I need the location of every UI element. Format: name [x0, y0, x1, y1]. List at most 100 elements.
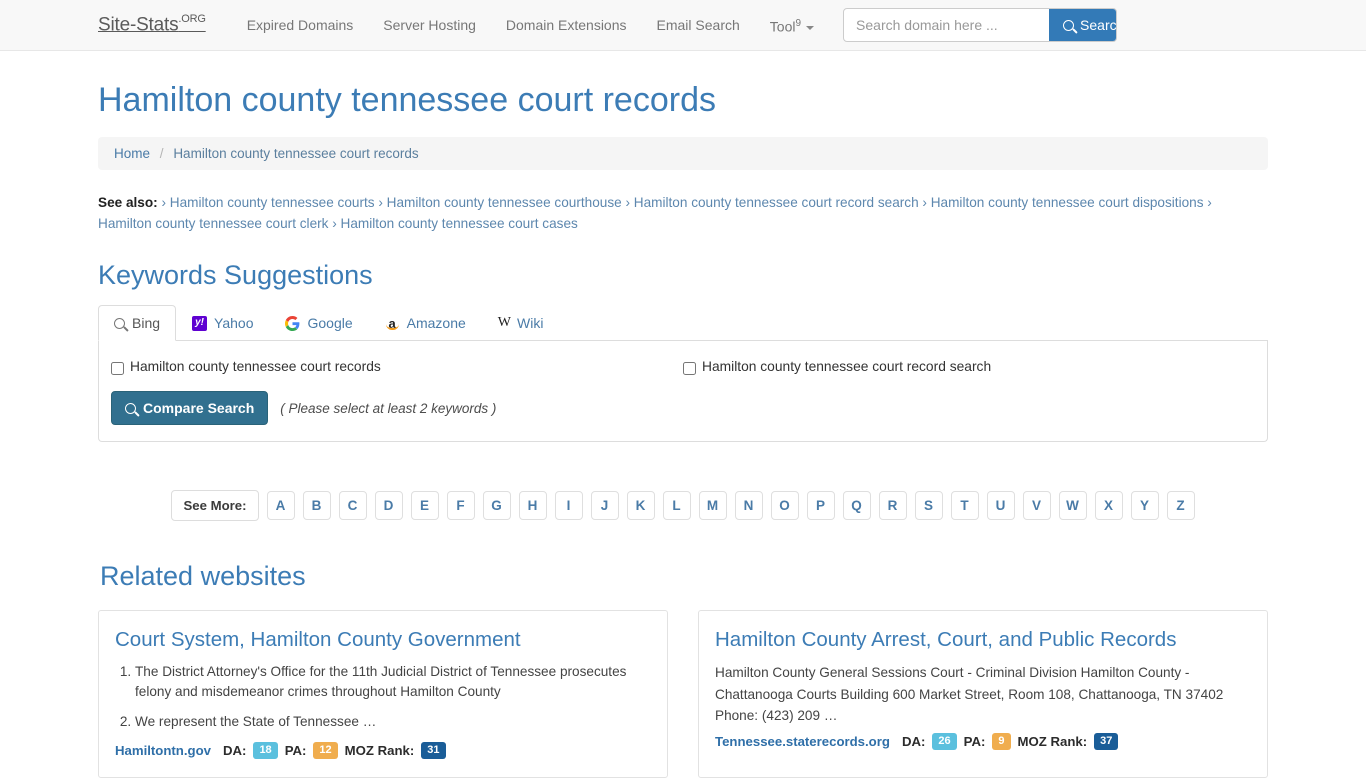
moz-label: MOZ Rank:: [1017, 733, 1088, 749]
breadcrumb-current: Hamilton county tennessee court records: [173, 146, 419, 162]
da-badge: 18: [253, 741, 278, 759]
alpha-link-j[interactable]: J: [590, 491, 619, 521]
keyword-checkbox-row[interactable]: Hamilton county tennessee court record s…: [683, 357, 1255, 377]
alpha-link-a[interactable]: A: [266, 491, 295, 521]
card-title-link[interactable]: Hamilton County Arrest, Court, and Publi…: [715, 627, 1251, 653]
tab-wiki[interactable]: W Wiki: [482, 305, 560, 341]
see-also-link-4[interactable]: Hamilton county tennessee court clerk: [98, 216, 328, 231]
alpha-link-w[interactable]: W: [1058, 491, 1087, 521]
tab-google[interactable]: Google: [269, 305, 368, 341]
tab-bing[interactable]: Bing: [98, 305, 177, 342]
amazon-icon: a: [385, 316, 400, 331]
alpha-link-x[interactable]: X: [1094, 491, 1123, 521]
alpha-link-z[interactable]: Z: [1166, 491, 1195, 521]
search-icon: [1063, 19, 1075, 31]
related-websites-title: Related websites: [100, 561, 306, 592]
related-website-card: Court System, Hamilton County Government…: [98, 610, 668, 778]
keyword-suggestions-panel: Hamilton county tennessee court records …: [98, 341, 1268, 443]
search-icon: [114, 317, 125, 329]
google-icon: [285, 315, 300, 331]
keywords-section-title: Keywords Suggestions: [98, 260, 373, 291]
alpha-link-t[interactable]: T: [950, 491, 979, 521]
nav-domain-extensions[interactable]: Domain Extensions: [491, 0, 642, 50]
domain-search-group: Search: [843, 8, 1118, 42]
yahoo-icon: y!: [192, 315, 208, 331]
search-input[interactable]: [844, 9, 1050, 41]
nav-expired-domains[interactable]: Expired Domains: [232, 0, 369, 50]
moz-badge: 37: [1094, 732, 1119, 750]
brand-name: Site-Stats: [98, 14, 179, 36]
alpha-link-n[interactable]: N: [734, 491, 763, 521]
alpha-link-q[interactable]: Q: [842, 491, 871, 521]
tab-amazone[interactable]: a Amazone: [369, 305, 482, 341]
moz-badge: 31: [421, 741, 446, 759]
keyword-source-tabs: Bing y! Yahoo Google a Amazone W Wiki: [98, 305, 1268, 342]
nav-tool-dropdown[interactable]: Tool9: [755, 0, 829, 51]
card-description: Hamilton County General Sessions Court -…: [715, 665, 1224, 723]
keyword-label-0: Hamilton county tennessee court records: [130, 359, 381, 375]
tab-yahoo[interactable]: y! Yahoo: [176, 305, 269, 341]
keyword-checkbox-0[interactable]: [111, 362, 124, 376]
see-also-link-0[interactable]: Hamilton county tennessee courts: [170, 195, 375, 210]
see-also-link-1[interactable]: Hamilton county tennessee courthouse: [387, 195, 622, 210]
brand-suffix: .ORG: [178, 12, 206, 25]
site-logo[interactable]: Site-Stats.ORG: [98, 12, 206, 36]
alpha-link-k[interactable]: K: [626, 491, 655, 521]
nav-tool-label: Tool: [769, 18, 796, 35]
search-icon: [125, 402, 136, 414]
compare-search-label: Compare Search: [143, 400, 255, 417]
card-domain-link[interactable]: Tennessee.staterecords.org: [715, 734, 890, 749]
card-title-link[interactable]: Court System, Hamilton County Government: [115, 627, 651, 653]
see-also-chevron-0: ›: [161, 195, 167, 211]
see-also-block: See also: › Hamilton county tennessee co…: [98, 192, 1268, 234]
nav-email-search[interactable]: Email Search: [642, 0, 755, 50]
alpha-link-p[interactable]: P: [806, 491, 835, 521]
alpha-link-g[interactable]: G: [482, 491, 511, 521]
related-websites-cards: Court System, Hamilton County Government…: [98, 610, 1268, 778]
pa-badge: 9: [992, 732, 1011, 750]
alpha-link-h[interactable]: H: [518, 491, 547, 521]
alpha-link-v[interactable]: V: [1022, 491, 1051, 521]
alpha-link-s[interactable]: S: [914, 491, 943, 521]
list-item: We represent the State of Tennessee …: [135, 712, 651, 732]
alpha-link-d[interactable]: D: [374, 491, 403, 521]
alpha-link-c[interactable]: C: [338, 491, 367, 521]
card-domain-link[interactable]: Hamiltontn.gov: [115, 743, 211, 758]
top-navbar: Site-Stats.ORG Expired Domains Server Ho…: [0, 0, 1366, 51]
alpha-link-r[interactable]: R: [878, 491, 907, 521]
nav-tool-count: 9: [795, 17, 802, 29]
tab-amazone-label: Amazone: [406, 315, 466, 332]
alpha-link-y[interactable]: Y: [1130, 491, 1159, 521]
breadcrumb-home[interactable]: Home: [114, 146, 150, 161]
page-title: Hamilton county tennessee court records: [98, 81, 716, 119]
alpha-link-i[interactable]: I: [554, 491, 583, 521]
see-also-chevron-3: ›: [922, 195, 927, 211]
wikipedia-icon: W: [497, 315, 511, 331]
keyword-checkbox-row[interactable]: Hamilton county tennessee court records: [111, 357, 683, 377]
nav-server-hosting[interactable]: Server Hosting: [368, 0, 491, 50]
alpha-link-u[interactable]: U: [986, 491, 1015, 521]
chevron-down-icon: [806, 25, 815, 30]
pa-label: PA:: [284, 742, 307, 758]
alpha-link-l[interactable]: L: [662, 491, 691, 521]
compare-search-button[interactable]: Compare Search: [111, 391, 269, 426]
keyword-actions: Compare Search ( Please select at least …: [111, 391, 1255, 426]
breadcrumb: Home / Hamilton county tennessee court r…: [98, 137, 1268, 171]
see-also-link-5[interactable]: Hamilton county tennessee court cases: [341, 216, 578, 231]
see-also-link-3[interactable]: Hamilton county tennessee court disposit…: [931, 195, 1204, 210]
alpha-link-m[interactable]: M: [698, 491, 727, 521]
da-badge: 26: [932, 732, 957, 750]
alpha-link-f[interactable]: F: [446, 491, 475, 521]
alpha-link-b[interactable]: B: [302, 491, 331, 521]
see-more-alphabet-row: See More: A B C D E F G H I J K L M N O …: [98, 490, 1268, 522]
see-also-chevron-2: ›: [625, 195, 630, 211]
breadcrumb-separator: /: [159, 146, 164, 162]
search-button[interactable]: Search: [1049, 9, 1117, 41]
see-also-link-2[interactable]: Hamilton county tennessee court record s…: [634, 195, 919, 210]
tab-google-label: Google: [307, 315, 353, 332]
alpha-link-e[interactable]: E: [410, 491, 439, 521]
alpha-link-o[interactable]: O: [770, 491, 799, 521]
keyword-checkbox-1[interactable]: [683, 362, 696, 376]
see-also-chevron-4: ›: [1207, 195, 1212, 211]
keyword-checkbox-grid: Hamilton county tennessee court records …: [111, 357, 1255, 377]
